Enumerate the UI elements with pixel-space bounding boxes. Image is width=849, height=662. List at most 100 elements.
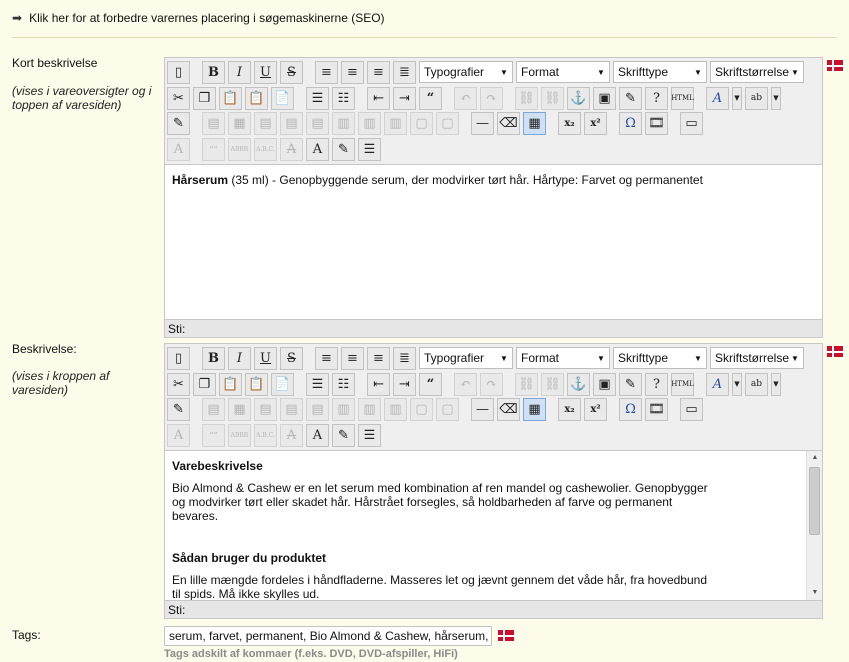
paste-icon[interactable]: 📋 (219, 372, 242, 396)
fullscreen-icon[interactable]: ▭ (680, 111, 703, 135)
unlink-icon[interactable]: ⛓ (541, 86, 564, 110)
bullet-list-icon[interactable]: ☰ (306, 86, 329, 110)
highlight-color-icon[interactable]: ab (745, 86, 768, 110)
split-cells-icon[interactable]: ▢ (410, 397, 433, 421)
cleanup-icon[interactable]: ✎ (619, 86, 642, 110)
description-content[interactable]: Varebeskrivelse Bio Almond & Cashew er e… (165, 450, 822, 600)
table-icon[interactable]: ▦ (523, 397, 546, 421)
ins-icon[interactable]: A (306, 423, 329, 447)
remove-format-icon[interactable]: ⌫ (497, 111, 520, 135)
table-row-props-icon[interactable]: ▤ (202, 111, 225, 135)
highlight-color-icon[interactable]: ab (745, 372, 768, 396)
del-icon[interactable]: A (280, 423, 303, 447)
underline-button[interactable]: U (254, 60, 277, 84)
font-color-icon[interactable]: A (706, 372, 729, 396)
outdent-icon[interactable]: ⇤ (367, 86, 390, 110)
align-center-icon[interactable]: ≡ (341, 346, 364, 370)
help-icon[interactable]: ? (645, 372, 668, 396)
ins-icon[interactable]: A (306, 137, 329, 161)
blockquote-icon[interactable]: “ (419, 372, 442, 396)
paste-word-icon[interactable]: 📄 (271, 372, 294, 396)
bold-button[interactable]: B (202, 346, 225, 370)
paste-text-icon[interactable]: 📋 (245, 86, 268, 110)
format-select[interactable]: Format ▼ (516, 347, 610, 369)
html-icon[interactable]: HTML (671, 372, 694, 396)
outdent-icon[interactable]: ⇤ (367, 372, 390, 396)
short-description-content[interactable]: Hårserum (35 ml) - Genopbyggende serum, … (165, 164, 822, 319)
danish-flag-icon[interactable] (827, 346, 843, 357)
help-icon[interactable]: ? (645, 86, 668, 110)
delete-row-icon[interactable]: ▤ (306, 111, 329, 135)
undo-icon[interactable]: ↶ (454, 86, 477, 110)
delete-col-icon[interactable]: ▥ (384, 111, 407, 135)
chevron-down-icon[interactable]: ▼ (771, 86, 781, 110)
paste-text-icon[interactable]: 📋 (245, 372, 268, 396)
table-cell-props-icon[interactable]: ▦ (228, 397, 251, 421)
align-right-icon[interactable]: ≡ (367, 60, 390, 84)
media-icon[interactable]: 🎞 (645, 111, 668, 135)
italic-button[interactable]: I (228, 346, 251, 370)
delete-col-icon[interactable]: ▥ (384, 397, 407, 421)
skriftstorrelse-select[interactable]: Skriftstørrelse ▼ (710, 347, 804, 369)
danish-flag-icon[interactable] (827, 60, 843, 71)
blockquote-icon[interactable]: “ (419, 86, 442, 110)
cut-icon[interactable]: ✂ (167, 372, 190, 396)
horizontal-rule-icon[interactable]: — (471, 111, 494, 135)
attribs-icon[interactable]: ✎ (332, 423, 355, 447)
new-document-icon[interactable]: ▯ (167, 60, 190, 84)
acronym-icon[interactable]: A.B.C. (254, 137, 277, 161)
insert-row-before-icon[interactable]: ▤ (254, 111, 277, 135)
chevron-down-icon[interactable]: ▼ (732, 86, 742, 110)
table-cell-props-icon[interactable]: ▦ (228, 111, 251, 135)
merge-cells-icon[interactable]: ▢ (436, 111, 459, 135)
undo-icon[interactable]: ↶ (454, 372, 477, 396)
abbr-icon[interactable]: ABBR (228, 423, 251, 447)
visualchars-icon[interactable]: ☰ (358, 137, 381, 161)
indent-icon[interactable]: ⇥ (393, 86, 416, 110)
indent-icon[interactable]: ⇥ (393, 372, 416, 396)
media-icon[interactable]: 🎞 (645, 397, 668, 421)
align-justify-icon[interactable]: ≣ (393, 60, 416, 84)
insert-row-before-icon[interactable]: ▤ (254, 397, 277, 421)
scrollbar-thumb[interactable] (809, 467, 820, 535)
vertical-scrollbar[interactable]: ▲ ▼ (806, 451, 822, 600)
table-icon[interactable]: ▦ (523, 111, 546, 135)
cut-icon[interactable]: ✂ (167, 86, 190, 110)
insert-col-after-icon[interactable]: ▥ (358, 397, 381, 421)
redo-icon[interactable]: ↷ (480, 86, 503, 110)
align-left-icon[interactable]: ≡ (315, 346, 338, 370)
numbered-list-icon[interactable]: ☷ (332, 86, 355, 110)
copy-icon[interactable]: ❐ (193, 86, 216, 110)
edit-css-icon[interactable]: ✎ (167, 397, 190, 421)
typografier-select[interactable]: Typografier ▼ (419, 61, 513, 83)
paste-icon[interactable]: 📋 (219, 86, 242, 110)
abbr-icon[interactable]: ABBR (228, 137, 251, 161)
subscript-icon[interactable]: x₂ (558, 397, 581, 421)
html-icon[interactable]: HTML (671, 86, 694, 110)
link-icon[interactable]: ⛓ (515, 86, 538, 110)
image-icon[interactable]: ▣ (593, 86, 616, 110)
insert-row-after-icon[interactable]: ▤ (280, 111, 303, 135)
italic-button[interactable]: I (228, 60, 251, 84)
horizontal-rule-icon[interactable]: — (471, 397, 494, 421)
skrifttype-select[interactable]: Skrifttype ▼ (613, 61, 707, 83)
superscript-icon[interactable]: x² (584, 397, 607, 421)
delete-row-icon[interactable]: ▤ (306, 397, 329, 421)
scroll-up-icon[interactable]: ▲ (807, 451, 822, 465)
anchor-icon[interactable]: ⚓ (567, 372, 590, 396)
special-char-icon[interactable]: Ω (619, 397, 642, 421)
superscript-icon[interactable]: x² (584, 111, 607, 135)
skrifttype-select[interactable]: Skrifttype ▼ (613, 347, 707, 369)
acronym-icon[interactable]: A.B.C. (254, 423, 277, 447)
fullscreen-icon[interactable]: ▭ (680, 397, 703, 421)
numbered-list-icon[interactable]: ☷ (332, 372, 355, 396)
chevron-down-icon[interactable]: ▼ (771, 372, 781, 396)
insert-col-before-icon[interactable]: ▥ (332, 397, 355, 421)
bullet-list-icon[interactable]: ☰ (306, 372, 329, 396)
insert-row-after-icon[interactable]: ▤ (280, 397, 303, 421)
chevron-down-icon[interactable]: ▼ (732, 372, 742, 396)
font-color-icon[interactable]: A (706, 86, 729, 110)
unlink-icon[interactable]: ⛓ (541, 372, 564, 396)
align-center-icon[interactable]: ≡ (341, 60, 364, 84)
remove-format-icon[interactable]: ⌫ (497, 397, 520, 421)
